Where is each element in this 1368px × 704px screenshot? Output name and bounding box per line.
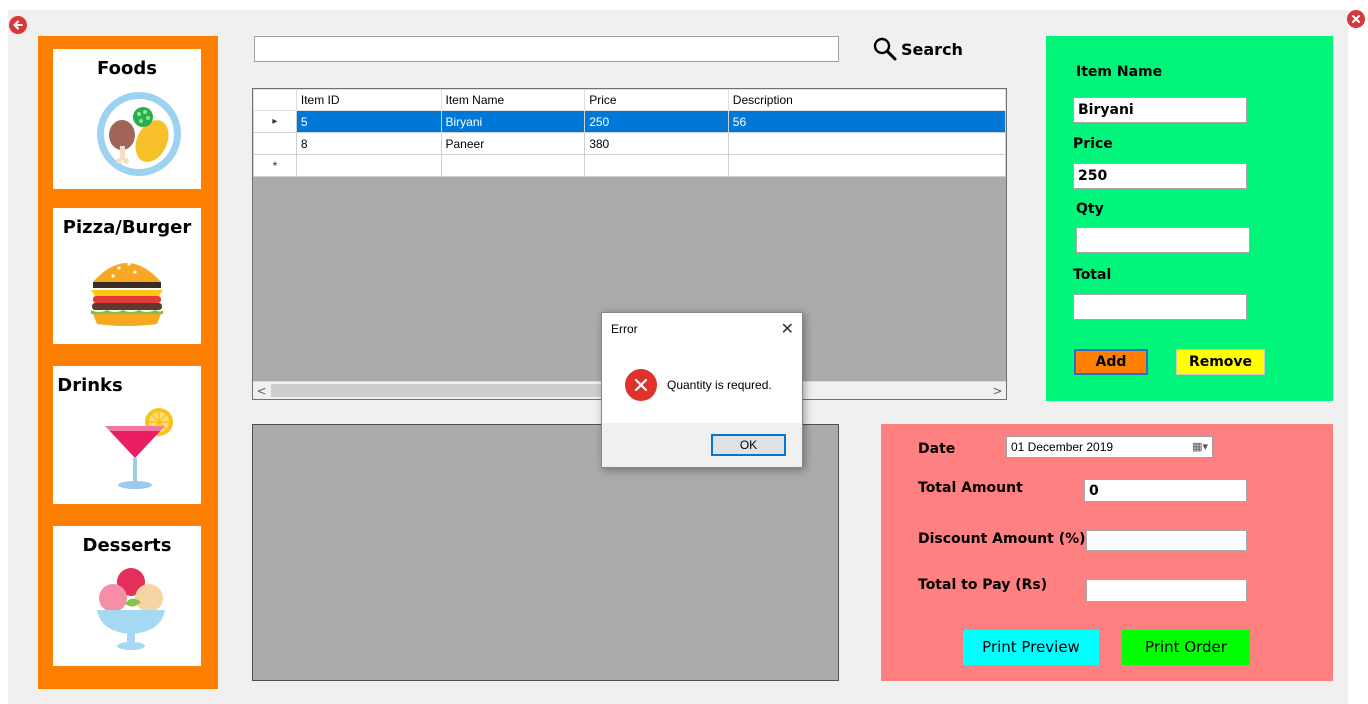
row-header-corner (253, 89, 297, 111)
search-icon (873, 37, 897, 61)
total-amount-label: Total Amount (918, 480, 1023, 496)
column-header-price[interactable]: Price (584, 89, 729, 111)
search-button-label: Search (901, 39, 963, 59)
calendar-dropdown-icon[interactable]: ▦▾ (1192, 440, 1208, 453)
column-header-description[interactable]: Description (727, 89, 1007, 111)
date-value: 01 December 2019 (1011, 440, 1114, 454)
category-label: Drinks (57, 375, 123, 396)
total-to-pay-field[interactable] (1086, 579, 1247, 602)
price-field[interactable] (1073, 163, 1247, 189)
scrollbar-thumb[interactable] (271, 384, 601, 397)
cell-description[interactable] (727, 154, 1007, 177)
row-indicator[interactable]: ▸ (253, 110, 297, 133)
category-pizza-burger[interactable]: Pizza/Burger (53, 208, 201, 344)
cell-item-id[interactable]: 5 (295, 110, 442, 133)
cell-description[interactable] (727, 132, 1007, 155)
total-amount-field[interactable] (1084, 479, 1247, 502)
cell-item-name[interactable] (440, 154, 586, 177)
item-details-panel: Item Name Price Qty Total Add Remove (1046, 36, 1333, 401)
cell-item-name[interactable]: Biryani (440, 110, 586, 133)
burger-icon (91, 262, 163, 326)
qty-field[interactable] (1076, 227, 1250, 253)
price-label: Price (1073, 136, 1113, 152)
category-drinks[interactable]: Drinks (53, 366, 201, 504)
total-field[interactable] (1073, 294, 1247, 320)
item-name-field[interactable] (1073, 97, 1247, 123)
items-table: Item ID Item Name Price Description ▸ 5 … (253, 89, 1007, 177)
dialog-title: Error (611, 322, 638, 336)
cell-item-id[interactable]: 8 (295, 132, 442, 155)
date-picker[interactable]: 01 December 2019 ▦▾ (1006, 436, 1213, 458)
column-header-item-name[interactable]: Item Name (440, 89, 586, 111)
add-button[interactable]: Add (1074, 349, 1148, 375)
remove-button[interactable]: Remove (1176, 349, 1265, 375)
cell-price[interactable]: 250 (584, 110, 729, 133)
dialog-footer: OK (602, 423, 802, 467)
ok-button[interactable]: OK (711, 434, 786, 456)
cocktail-icon (105, 408, 173, 489)
category-label: Pizza/Burger (62, 217, 192, 238)
category-foods[interactable]: Foods (53, 49, 201, 189)
column-header-item-id[interactable]: Item ID (295, 89, 442, 111)
order-summary-panel: Date 01 December 2019 ▦▾ Total Amount Di… (881, 424, 1333, 681)
date-label: Date (918, 441, 956, 457)
close-app-icon[interactable] (1347, 10, 1365, 28)
ice-cream-icon (97, 568, 165, 650)
discount-label: Discount Amount (%) (918, 531, 1086, 547)
row-indicator[interactable] (253, 132, 297, 155)
discount-field[interactable] (1086, 530, 1247, 551)
search-button[interactable]: Search (873, 36, 963, 62)
cell-price[interactable]: 380 (584, 132, 729, 155)
total-to-pay-label: Total to Pay (Rs) (918, 577, 1048, 593)
food-plate-icon (97, 92, 181, 176)
scroll-left-icon[interactable]: < (253, 382, 270, 399)
print-preview-button[interactable]: Print Preview (963, 630, 1099, 665)
table-row[interactable]: ▸ 5 Biryani 250 56 (253, 110, 1007, 133)
error-icon (625, 369, 657, 401)
cell-item-name[interactable]: Paneer (440, 132, 586, 155)
category-label: Desserts (82, 535, 172, 556)
error-dialog: Error ✕ Quantity is requred. OK (601, 312, 803, 468)
scroll-right-icon[interactable]: > (989, 382, 1006, 399)
category-label: Foods (97, 58, 157, 79)
cell-item-id[interactable] (295, 154, 442, 177)
cell-description[interactable]: 56 (727, 110, 1007, 133)
row-indicator[interactable]: * (253, 154, 297, 177)
search-input[interactable] (254, 36, 839, 62)
print-order-button[interactable]: Print Order (1122, 630, 1250, 665)
back-arrow-icon[interactable] (9, 16, 27, 34)
qty-label: Qty (1076, 201, 1104, 217)
table-row[interactable]: 8 Paneer 380 (253, 132, 1007, 155)
dialog-close-icon[interactable]: ✕ (781, 319, 794, 338)
item-name-label: Item Name (1076, 64, 1163, 80)
dialog-message: Quantity is requred. (667, 378, 772, 392)
cell-price[interactable] (584, 154, 729, 177)
category-sidebar: Foods Pizza/Burger Drinks Desserts (38, 36, 218, 689)
total-label: Total (1073, 267, 1112, 283)
table-row-new[interactable]: * (253, 154, 1007, 177)
category-desserts[interactable]: Desserts (53, 526, 201, 666)
